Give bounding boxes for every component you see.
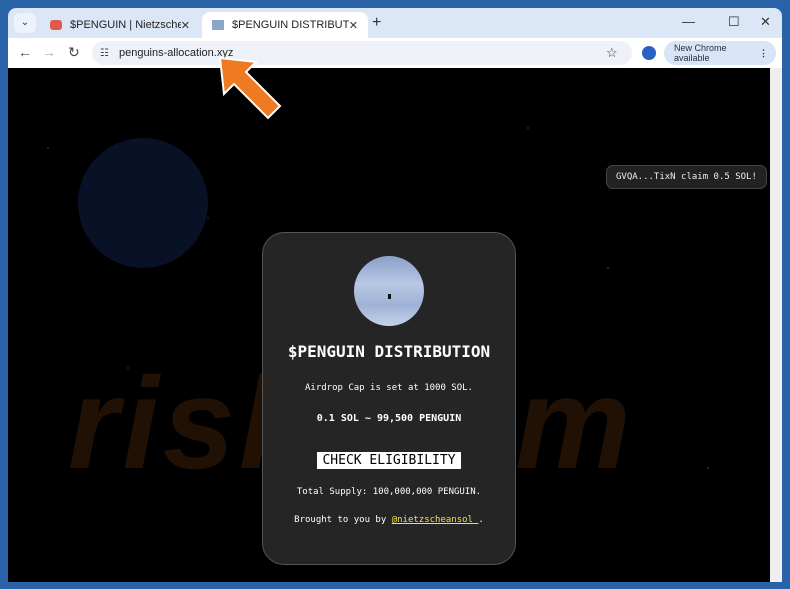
- site-info-icon[interactable]: ☷: [100, 48, 109, 59]
- distribution-card: $PENGUIN DISTRIBUTION Airdrop Cap is set…: [262, 232, 516, 565]
- tab-distribution[interactable]: $PENGUIN DISTRIBUTION ✕: [202, 12, 368, 38]
- bookmark-star-icon[interactable]: ☆: [606, 45, 618, 61]
- tab-bar: ⌄ $PENGUIN | Nietzschean Pengu ✕ $PENGUI…: [8, 8, 782, 38]
- close-tab-icon[interactable]: ✕: [181, 19, 190, 32]
- maximize-icon[interactable]: ☐: [728, 14, 740, 30]
- chrome-update-button[interactable]: New Chrome available ⋮: [664, 41, 776, 65]
- card-title: $PENGUIN DISTRIBUTION: [287, 342, 491, 361]
- total-supply-text: Total Supply: 100,000,000 PENGUIN.: [296, 487, 482, 497]
- back-icon[interactable]: ←: [18, 44, 32, 60]
- profile-avatar-icon[interactable]: [642, 46, 656, 60]
- nietzscheansol-link[interactable]: @nietzscheansol_: [392, 515, 479, 525]
- credit-text: Brought to you by @nietzscheansol_.: [294, 515, 484, 525]
- menu-kebab-icon[interactable]: ⋮: [759, 48, 768, 59]
- close-window-icon[interactable]: ✕: [760, 14, 771, 30]
- minimize-icon[interactable]: —: [682, 14, 695, 29]
- browser-window: ⌄ $PENGUIN | Nietzschean Pengu ✕ $PENGUI…: [8, 8, 782, 582]
- rate-text: 0.1 SOL ~ 99,500 PENGUIN: [316, 413, 462, 424]
- address-bar[interactable]: ☷ penguins-allocation.xyz: [92, 41, 632, 65]
- forward-icon[interactable]: →: [42, 44, 56, 60]
- tab-nietzschean[interactable]: $PENGUIN | Nietzschean Pengu ✕: [40, 12, 200, 38]
- favicon-icon: [212, 20, 224, 30]
- favicon-icon: [50, 20, 62, 30]
- watermark-logo: [78, 138, 208, 268]
- claim-toast: GVQA...TixN claim 0.5 SOL!: [606, 165, 767, 189]
- tab-search-button[interactable]: ⌄: [14, 13, 36, 33]
- new-tab-button[interactable]: +: [372, 14, 381, 32]
- page-content: risk.com GVQA...TixN claim 0.5 SOL! $PEN…: [8, 68, 770, 582]
- toolbar: ← → ↻ ☷ penguins-allocation.xyz ☆ New Ch…: [8, 38, 782, 68]
- scrollbar[interactable]: [770, 68, 782, 582]
- airdrop-cap-text: Airdrop Cap is set at 1000 SOL.: [305, 383, 473, 393]
- pointer-arrow-icon: [218, 56, 282, 120]
- close-tab-icon[interactable]: ✕: [349, 19, 358, 32]
- penguin-image: [354, 256, 424, 326]
- check-eligibility-button[interactable]: CHECK ELIGIBILITY: [317, 452, 461, 469]
- reload-icon[interactable]: ↻: [68, 44, 80, 61]
